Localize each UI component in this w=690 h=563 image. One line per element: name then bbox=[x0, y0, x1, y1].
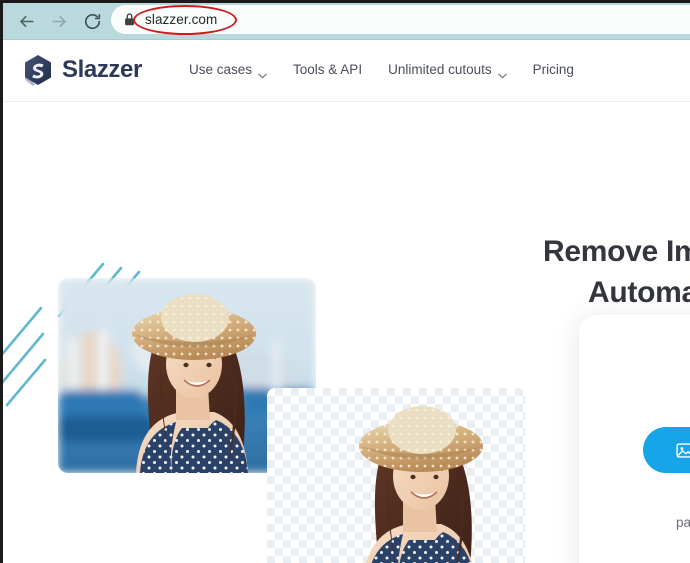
chevron-down-icon bbox=[258, 67, 267, 78]
reload-button[interactable] bbox=[77, 6, 107, 36]
hero-heading: Remove Image Background Automatically bbox=[543, 232, 690, 313]
nav-item-unlimited-cutouts-label: Unlimited cutouts bbox=[388, 62, 492, 77]
nav-item-pricing[interactable]: Pricing bbox=[533, 62, 574, 77]
hero-heading-line-1: Remove Image Background bbox=[543, 235, 690, 269]
back-button[interactable] bbox=[11, 6, 41, 36]
arrow-left-icon bbox=[17, 12, 36, 31]
chevron-down-icon bbox=[497, 67, 507, 78]
browser-toolbar: slazzer.com bbox=[3, 0, 690, 40]
arrow-right-icon bbox=[50, 12, 69, 31]
nav-item-tools-api-label: Tools & API bbox=[293, 62, 363, 77]
nav-item-tools-api[interactable]: Tools & API bbox=[293, 62, 362, 77]
brand-name: Slazzer bbox=[62, 56, 142, 83]
hero-heading-line-2: Automatically bbox=[588, 275, 690, 309]
upload-card: Upload Image or drop a file, paste image… bbox=[579, 315, 690, 563]
forward-button[interactable] bbox=[44, 6, 74, 36]
url-text: slazzer.com bbox=[145, 12, 218, 27]
address-bar[interactable]: slazzer.com bbox=[111, 4, 690, 35]
image-upload-icon bbox=[675, 441, 690, 460]
slazzer-diamond-logo-icon bbox=[23, 54, 53, 86]
nav-item-unlimited-cutouts[interactable]: Unlimited cutouts bbox=[388, 62, 507, 78]
upload-image-button[interactable]: Upload Image bbox=[643, 427, 690, 473]
upload-drop-hint-line-1: or drop a file, bbox=[631, 493, 690, 513]
page-viewport: Slazzer Use cases Tools & API Unlimited … bbox=[3, 40, 690, 563]
url-display[interactable]: slazzer.com bbox=[133, 4, 237, 35]
reload-icon bbox=[83, 12, 102, 31]
main-navigation: Use cases Tools & API Unlimited cutouts … bbox=[189, 62, 574, 78]
lock-icon bbox=[123, 12, 136, 27]
upload-drop-hint-line-2: paste image or URL bbox=[675, 515, 690, 531]
nav-item-use-cases[interactable]: Use cases bbox=[189, 62, 267, 78]
nav-item-pricing-label: Pricing bbox=[532, 62, 574, 77]
browser-nav-buttons bbox=[11, 6, 107, 36]
brand-logo-link[interactable]: Slazzer bbox=[23, 54, 142, 86]
site-header: Slazzer Use cases Tools & API Unlimited … bbox=[3, 40, 690, 102]
browser-window-screenshot: slazzer.com Slazzer Use cases Tools & AP… bbox=[0, 0, 690, 563]
before-after-illustration bbox=[3, 190, 563, 563]
woman-in-straw-hat-cutout-photo bbox=[267, 388, 525, 563]
nav-item-use-cases-label: Use cases bbox=[189, 62, 253, 77]
upload-drop-hint: or drop a file, paste image or URL bbox=[631, 493, 690, 534]
